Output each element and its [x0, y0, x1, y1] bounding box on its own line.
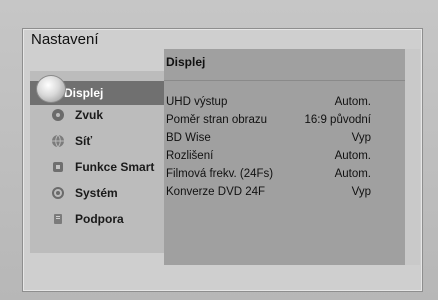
setting-value: Autom.	[334, 150, 371, 162]
setting-label: BD Wise	[166, 132, 211, 144]
setting-label: UHD výstup	[166, 96, 228, 108]
sidebar-item-funkce-smart[interactable]: Funkce Smart	[30, 155, 164, 179]
setting-value: Vyp	[351, 186, 371, 198]
sidebar-item-sit[interactable]: Síť	[30, 129, 164, 153]
setting-row-uhd-vystup[interactable]: UHD výstup Autom.	[166, 93, 371, 111]
support-icon	[50, 211, 66, 227]
setting-label: Poměr stran obrazu	[166, 114, 267, 126]
display-icon	[36, 75, 66, 103]
sidebar-item-label: Síť	[75, 134, 93, 148]
globe-icon	[50, 133, 66, 149]
setting-row-rozliseni[interactable]: Rozlišení Autom.	[166, 147, 371, 165]
setting-row-konverze-dvd[interactable]: Konverze DVD 24F Vyp	[166, 183, 371, 201]
sidebar-item-podpora[interactable]: Podpora	[30, 207, 164, 231]
sidebar-item-label: Zvuk	[75, 108, 104, 122]
setting-label: Filmová frekv. (24Fs)	[166, 168, 274, 180]
setting-value: 16:9 původní	[304, 114, 371, 126]
panel-divider	[164, 80, 405, 81]
setting-label: Konverze DVD 24F	[166, 186, 266, 198]
panel-edge	[405, 49, 420, 265]
sidebar-item-label: Displej	[64, 86, 104, 100]
sidebar-item-displej[interactable]: Displej	[30, 75, 164, 105]
settings-sidebar: Displej Zvuk Síť Funkce Smart Systém Pod…	[30, 71, 164, 253]
sidebar-item-system[interactable]: Systém	[30, 181, 164, 205]
page-title: Nastavení	[31, 31, 99, 48]
setting-row-bd-wise[interactable]: BD Wise Vyp	[166, 129, 371, 147]
setting-row-pomer-stran[interactable]: Poměr stran obrazu 16:9 původní	[166, 111, 371, 129]
panel-title: Displej	[166, 55, 206, 69]
setting-value: Autom.	[334, 168, 371, 180]
sidebar-item-label: Systém	[75, 186, 118, 200]
gear-icon	[50, 185, 66, 201]
speaker-icon	[50, 107, 66, 123]
setting-row-filmova-frekv[interactable]: Filmová frekv. (24Fs) Autom.	[166, 165, 371, 183]
settings-screen: Nastavení Displej Zvuk Síť Funkce Smart	[0, 0, 438, 300]
setting-value: Vyp	[351, 132, 371, 144]
setting-value: Autom.	[334, 96, 371, 108]
smart-icon	[50, 159, 66, 175]
setting-label: Rozlišení	[166, 150, 214, 162]
sidebar-item-zvuk[interactable]: Zvuk	[30, 103, 164, 127]
sidebar-item-label: Funkce Smart	[75, 160, 155, 174]
sidebar-item-label: Podpora	[75, 212, 124, 226]
